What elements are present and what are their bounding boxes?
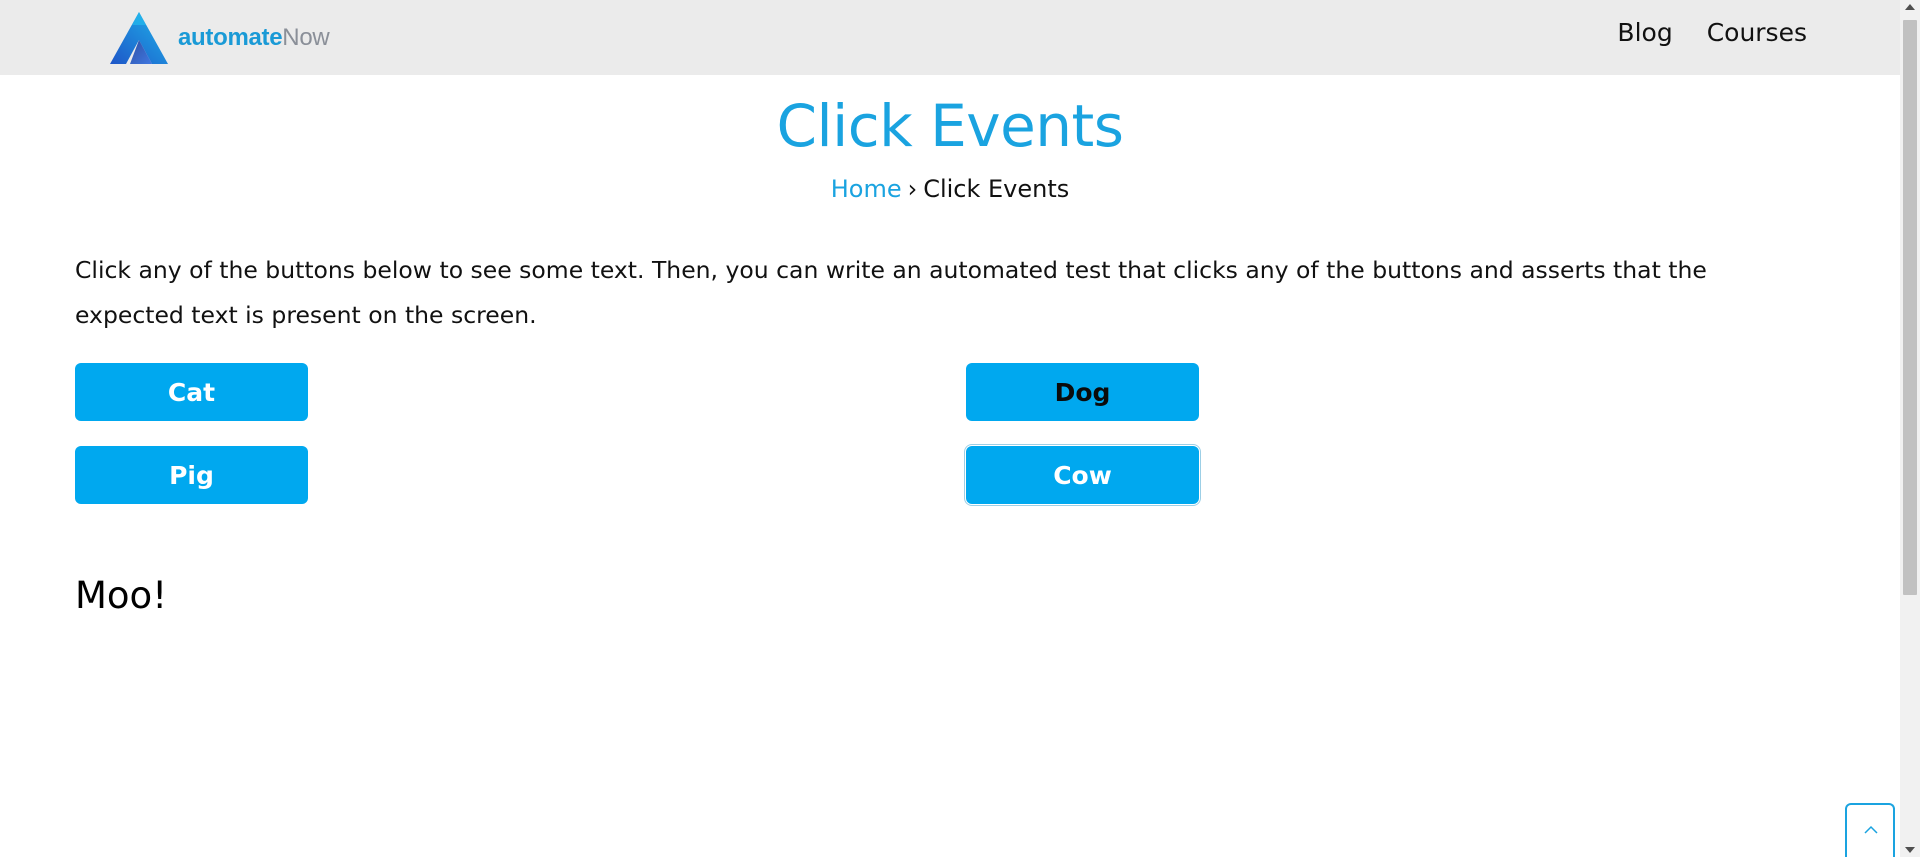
nav-blog-link[interactable]: Blog <box>1617 18 1672 47</box>
logo-text-light: Now <box>282 24 330 51</box>
site-header: automateNow Blog Courses <box>0 0 1900 75</box>
page-title: Click Events <box>776 92 1124 160</box>
chevron-up-icon <box>1864 825 1878 834</box>
dog-button[interactable]: Dog <box>966 363 1199 421</box>
main-nav: Blog Courses <box>1617 18 1807 47</box>
instructions-text: Click any of the buttons below to see so… <box>75 256 1707 329</box>
breadcrumb-home-link[interactable]: Home <box>831 175 902 203</box>
logo[interactable]: automateNow <box>108 10 330 66</box>
scroll-up-arrow-icon[interactable] <box>1905 4 1915 10</box>
cat-button[interactable]: Cat <box>75 363 308 421</box>
logo-text-bold: automate <box>178 24 283 51</box>
page: automateNow Blog Courses Click Events Ho… <box>0 0 1920 857</box>
pig-button[interactable]: Pig <box>75 446 308 504</box>
vertical-scrollbar[interactable] <box>1900 0 1920 857</box>
automatenow-logo-icon <box>110 12 168 64</box>
breadcrumb-separator: › <box>907 175 918 203</box>
breadcrumb-current: Click Events <box>923 175 1070 203</box>
back-to-top-button[interactable] <box>1845 803 1895 857</box>
logo-text: automateNow <box>178 24 330 52</box>
scroll-thumb[interactable] <box>1903 20 1917 595</box>
cow-button[interactable]: Cow <box>966 446 1199 504</box>
result-text: Moo! <box>75 574 168 617</box>
nav-courses-link[interactable]: Courses <box>1707 18 1807 47</box>
breadcrumb: Home › Click Events <box>0 175 1900 203</box>
scroll-down-arrow-icon[interactable] <box>1905 847 1915 853</box>
